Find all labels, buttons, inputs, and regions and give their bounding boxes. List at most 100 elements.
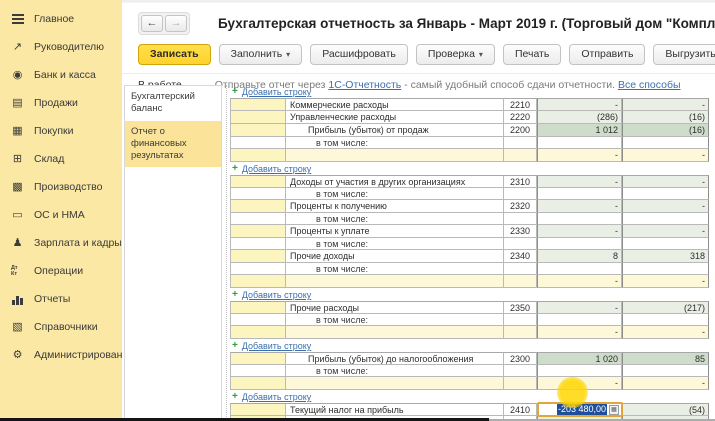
row-value-prior[interactable] [622,263,709,275]
row-select-cell[interactable] [230,200,286,213]
row-value-current[interactable]: - [537,200,622,213]
row-select-cell[interactable] [230,111,286,124]
sidebar-item-склад[interactable]: ⊞Склад [0,145,122,173]
sidebar-item-главное[interactable]: Главное [0,5,122,33]
row-label[interactable]: Доходы от участия в других организациях [286,175,504,188]
row-select-cell[interactable] [230,314,286,326]
tab-financial-results[interactable]: Отчет о финансовых результатах [125,121,221,168]
row-value-current[interactable]: (286) [537,111,622,124]
row-value-prior[interactable] [622,188,709,200]
row-code[interactable] [504,275,537,288]
row-value-prior[interactable]: - [622,326,709,339]
row-select-cell[interactable] [230,175,286,188]
sidebar-item-банк-и-касса[interactable]: ◉Банк и касса [0,61,122,89]
row-code[interactable]: 2210 [504,98,537,111]
row-value-current[interactable]: 8 [537,250,622,263]
row-value-current[interactable]: - [537,326,622,339]
row-value-prior[interactable]: - [622,225,709,238]
row-value-prior[interactable]: 85 [622,352,709,365]
row-code[interactable]: 2220 [504,111,537,124]
row-code[interactable] [504,188,537,200]
row-label[interactable]: в том числе: [286,365,504,377]
row-label[interactable]: Прочие доходы [286,250,504,263]
row-label[interactable]: в том числе: [286,188,504,200]
row-value-prior[interactable] [622,365,709,377]
row-select-cell[interactable] [230,225,286,238]
row-label[interactable]: Проценты к уплате [286,225,504,238]
row-select-cell[interactable] [230,301,286,314]
row-value-current[interactable]: - [537,149,622,162]
save-button[interactable]: Записать [138,44,211,65]
row-value-prior[interactable]: (16) [622,111,709,124]
row-value-prior[interactable] [622,213,709,225]
row-label[interactable] [286,377,504,390]
sidebar-item-администрирование[interactable]: ⚙Администрирование [0,341,122,369]
row-code[interactable]: 2350 [504,301,537,314]
row-label[interactable]: в том числе: [286,238,504,250]
row-select-cell[interactable] [230,238,286,250]
tab-balance-sheet[interactable]: Бухгалтерский баланс [125,86,221,121]
sidebar-item-покупки[interactable]: ▦Покупки [0,117,122,145]
row-value-current[interactable] [537,238,622,250]
row-value-current[interactable] [537,263,622,275]
row-select-cell[interactable] [230,188,286,200]
row-select-cell[interactable] [230,326,286,339]
row-value-current[interactable]: - [537,301,622,314]
row-value-current[interactable]: - [537,275,622,288]
row-select-cell[interactable] [230,263,286,275]
row-value-prior[interactable] [622,137,709,149]
row-code[interactable]: 2310 [504,175,537,188]
row-value-prior[interactable] [622,238,709,250]
row-value-current[interactable]: - [537,98,622,111]
add-row-link[interactable]: Добавить строку [242,290,311,300]
sidebar-item-операции[interactable]: ДтКтОперации [0,257,122,285]
row-select-cell[interactable] [230,365,286,377]
row-value-current[interactable] [537,314,622,326]
row-select-cell[interactable] [230,137,286,149]
row-value-prior[interactable]: - [622,200,709,213]
add-row-link[interactable]: Добавить строку [242,87,311,97]
row-code[interactable]: 2200 [504,124,537,137]
row-label[interactable]: Прочие расходы [286,301,504,314]
row-label[interactable]: Прибыль (убыток) до налогообложения [286,352,504,365]
row-value-prior[interactable]: - [622,377,709,390]
forward-button[interactable]: → [165,15,187,32]
row-select-cell[interactable] [230,98,286,111]
row-code[interactable]: 2410 [504,403,537,416]
row-label[interactable]: в том числе: [286,263,504,275]
row-select-cell[interactable] [230,377,286,390]
row-label[interactable] [286,275,504,288]
row-code[interactable] [504,263,537,275]
row-code[interactable]: 2300 [504,352,537,365]
row-value-prior[interactable]: (217) [622,301,709,314]
sidebar-item-производство[interactable]: ▩Производство [0,173,122,201]
sidebar-item-ос-и-нма[interactable]: ▭ОС и НМА [0,201,122,229]
add-row-link[interactable]: Добавить строку [242,341,311,351]
row-code[interactable] [504,137,537,149]
sidebar-item-отчеты[interactable]: Отчеты [0,285,122,313]
row-select-cell[interactable] [230,149,286,162]
row-label[interactable]: Прибыль (убыток) от продаж [286,124,504,137]
row-value-prior[interactable]: - [622,98,709,111]
row-code[interactable]: 2330 [504,225,537,238]
calculator-button[interactable]: ▦ [609,405,619,415]
row-value-current[interactable] [537,213,622,225]
row-value-prior[interactable]: 318 [622,250,709,263]
row-label[interactable]: Коммерческие расходы [286,98,504,111]
add-row-link[interactable]: Добавить строку [242,164,311,174]
sidebar-item-руководителю[interactable]: ↗Руководителю [0,33,122,61]
add-row-link[interactable]: Добавить строку [242,392,311,402]
отправить-button[interactable]: Отправить [569,44,645,65]
sidebar-item-продажи[interactable]: ▤Продажи [0,89,122,117]
back-button[interactable]: ← [141,15,163,32]
row-value-current[interactable] [537,137,622,149]
заполнить-button[interactable]: Заполнить▾ [219,44,303,65]
row-label[interactable]: Управленческие расходы [286,111,504,124]
row-value-prior[interactable]: (16) [622,124,709,137]
row-code[interactable]: 2340 [504,250,537,263]
row-select-cell[interactable] [230,352,286,365]
row-value-prior[interactable]: - [622,275,709,288]
row-label[interactable] [286,149,504,162]
row-value-prior[interactable]: (54) [622,403,709,416]
row-code[interactable] [504,377,537,390]
